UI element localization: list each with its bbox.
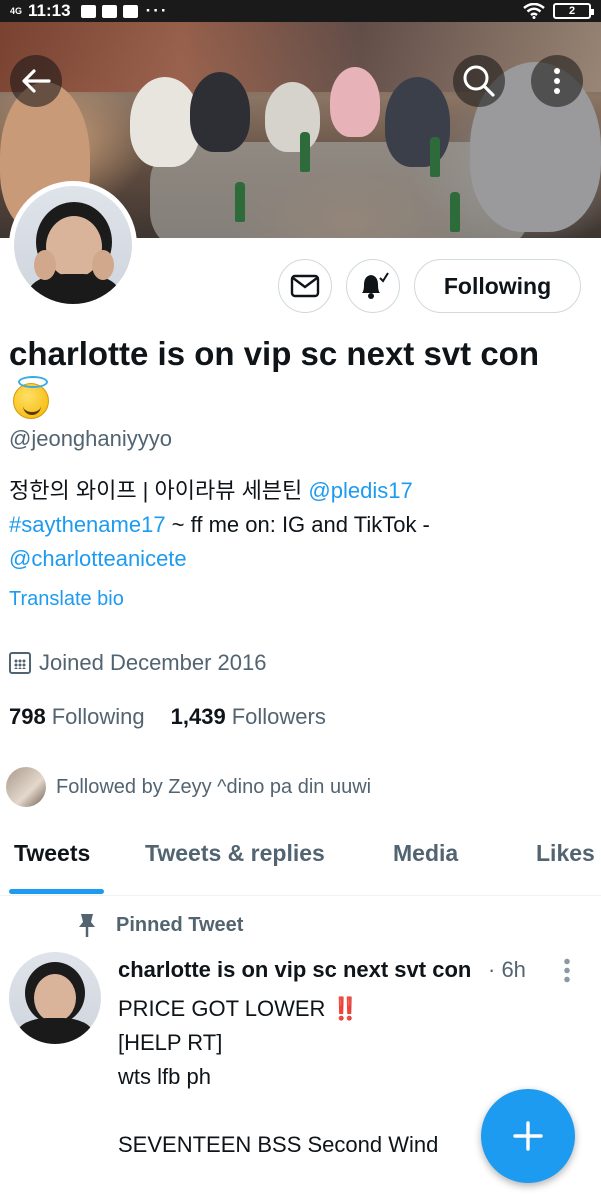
- translate-bio-link[interactable]: Translate bio: [9, 588, 124, 611]
- followed-by[interactable]: Followed by Zeyy ^dino pa din uuwi: [6, 767, 371, 807]
- notification-icon: [101, 4, 117, 18]
- bio-mention-link[interactable]: @pledis17: [308, 478, 412, 503]
- battery-level: 2: [568, 5, 576, 17]
- avatar-hand: [34, 250, 56, 280]
- following-count-link[interactable]: 798 Following: [9, 704, 145, 730]
- tab-media[interactable]: Media: [393, 840, 458, 867]
- followers-count-link[interactable]: 1,439 Followers: [171, 704, 326, 730]
- notifications-button[interactable]: [346, 259, 400, 313]
- display-name-text: charlotte is on vip sc next svt con: [9, 335, 539, 372]
- tweet-header: charlotte is on vip sc next svt con · 6h: [118, 957, 588, 983]
- bio-text: 정한의 와이프 | 아이라뷰 세븐틴: [9, 478, 309, 503]
- search-icon: [463, 65, 495, 97]
- notification-icon: [80, 4, 96, 18]
- bell-icon: [362, 272, 389, 299]
- avatar-body: [17, 1018, 93, 1044]
- calendar-icon: [9, 652, 31, 674]
- tweet-author-avatar[interactable]: [9, 952, 101, 1044]
- more-vertical-icon: [554, 68, 560, 94]
- pin-icon: [79, 914, 95, 937]
- follower-avatar: [6, 767, 46, 807]
- avatar-photo: [14, 186, 132, 304]
- bio-text: ~ ff me on: IG and TikTok -: [165, 512, 430, 537]
- more-options-button[interactable]: [531, 55, 583, 107]
- user-handle: @jeonghaniyyyo: [9, 426, 172, 451]
- followed-by-text: Followed by Zeyy ^dino pa din uuwi: [56, 775, 372, 798]
- plus-icon: [513, 1121, 543, 1151]
- active-tab-indicator: [9, 889, 104, 894]
- arrow-left-icon: [22, 69, 51, 93]
- joined-date: Joined December 2016: [9, 650, 266, 676]
- avatar-hand: [92, 250, 114, 280]
- banner-photo-bottle: [430, 137, 440, 177]
- message-button[interactable]: [278, 259, 332, 313]
- profile-avatar[interactable]: [9, 181, 137, 309]
- status-bar: 4G 11:13 ··· 2: [0, 0, 601, 22]
- wifi-icon: [523, 3, 545, 19]
- following-count: 798: [9, 704, 46, 729]
- halo-emoji-icon: [13, 376, 49, 419]
- pinned-tweet-label: Pinned Tweet: [76, 912, 243, 938]
- tweet-text: [HELP RT] wts lfb ph SEVENTEEN BSS Secon…: [118, 1030, 439, 1157]
- joined-date-text: Joined December 2016: [39, 650, 267, 675]
- avatar-face: [34, 974, 76, 1022]
- tweet-timestamp: · 6h: [488, 957, 526, 982]
- followers-count: 1,439: [170, 704, 226, 729]
- banner-photo-person: [385, 77, 450, 167]
- banner-photo-person: [330, 67, 380, 137]
- banner-photo-person: [265, 82, 320, 152]
- banner-photo-bottle: [235, 182, 245, 222]
- clock: 11:13: [28, 1, 71, 20]
- bio-mention-link[interactable]: @charlotteanicete: [9, 546, 187, 571]
- compose-tweet-button[interactable]: [481, 1089, 575, 1183]
- tab-tweets[interactable]: Tweets: [14, 840, 90, 867]
- tweet-text: PRICE GOT LOWER: [118, 996, 332, 1021]
- following-button[interactable]: Following: [414, 259, 581, 313]
- battery-icon: 2: [553, 3, 594, 19]
- tab-likes[interactable]: Likes: [536, 840, 595, 867]
- envelope-icon: [290, 274, 320, 298]
- profile-tabs: Tweets Tweets & replies Media Likes: [0, 826, 601, 896]
- mail-notification-icon: [122, 4, 138, 18]
- bio-hashtag-link[interactable]: #saythename17: [9, 512, 166, 537]
- display-name: charlotte is on vip sc next svt con: [9, 330, 569, 426]
- search-button[interactable]: [453, 55, 505, 107]
- followers-label: Followers: [231, 704, 326, 729]
- follow-counts: 798 Following 1,439 Followers: [9, 704, 326, 730]
- pinned-tweet-text: Pinned Tweet: [116, 913, 244, 936]
- banner-photo-person: [190, 72, 250, 152]
- more-notifications-icon: ···: [145, 1, 169, 20]
- back-button[interactable]: [10, 55, 62, 107]
- banner-photo-bottle: [300, 132, 310, 172]
- double-exclamation-icon: ‼️: [331, 996, 359, 1021]
- tweet-more-icon[interactable]: [562, 957, 572, 983]
- following-label: Following: [51, 704, 145, 729]
- tweet-author-name[interactable]: charlotte is on vip sc next svt con: [118, 957, 478, 983]
- bio: 정한의 와이프 | 아이라뷰 세븐틴 @pledis17 #saythename1…: [9, 474, 569, 576]
- banner-photo-bottle: [450, 192, 460, 232]
- network-indicator: 4G: [10, 5, 23, 16]
- tab-tweets-and-replies[interactable]: Tweets & replies: [145, 840, 325, 867]
